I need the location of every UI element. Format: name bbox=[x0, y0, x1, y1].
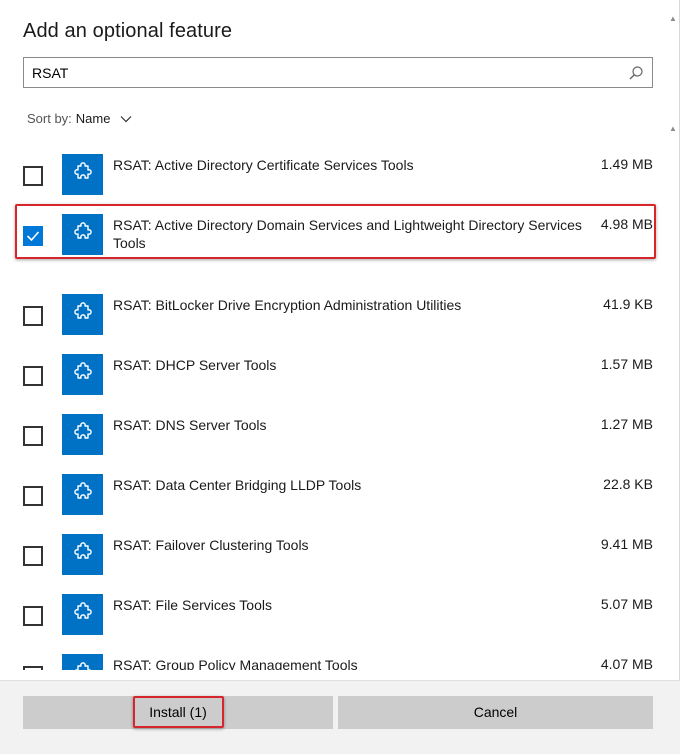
puzzle-piece-icon bbox=[62, 294, 103, 335]
search-icon[interactable] bbox=[628, 65, 644, 81]
feature-size: 1.57 MB bbox=[600, 356, 653, 372]
feature-size: 41.9 KB bbox=[603, 296, 653, 312]
scroll-up-icon[interactable]: ▲ bbox=[668, 14, 678, 23]
puzzle-piece-icon bbox=[62, 414, 103, 455]
puzzle-piece-icon bbox=[62, 354, 103, 395]
feature-row[interactable]: RSAT: DNS Server Tools 1.27 MB bbox=[0, 400, 668, 460]
feature-size: 1.27 MB bbox=[600, 416, 653, 432]
feature-name: RSAT: File Services Tools bbox=[113, 597, 272, 613]
feature-row[interactable]: RSAT: DHCP Server Tools 1.57 MB bbox=[0, 340, 668, 400]
feature-row[interactable]: RSAT: Active Directory Certificate Servi… bbox=[0, 140, 668, 200]
feature-name: RSAT: Data Center Bridging LLDP Tools bbox=[113, 477, 362, 493]
sort-value[interactable]: Name bbox=[76, 111, 111, 126]
chevron-down-icon[interactable] bbox=[120, 113, 132, 125]
feature-row[interactable]: RSAT: Failover Clustering Tools 9.41 MB bbox=[0, 520, 668, 580]
feature-name: RSAT: DHCP Server Tools bbox=[113, 357, 277, 373]
sort-dropdown[interactable]: Sort by: Name bbox=[27, 111, 132, 126]
feature-list: RSAT: Active Directory Certificate Servi… bbox=[0, 140, 668, 670]
checkmark-icon bbox=[26, 231, 40, 242]
feature-row[interactable]: RSAT: BitLocker Drive Encryption Adminis… bbox=[0, 280, 668, 340]
feature-name: RSAT: Active Directory Domain Services a… bbox=[113, 217, 582, 251]
add-optional-feature-dialog: Add an optional feature Sort by: Name ▲ … bbox=[0, 0, 680, 754]
feature-checkbox[interactable] bbox=[23, 226, 43, 246]
feature-name: RSAT: BitLocker Drive Encryption Adminis… bbox=[113, 297, 462, 313]
puzzle-piece-icon bbox=[62, 474, 103, 515]
feature-checkbox[interactable] bbox=[23, 546, 43, 566]
scroll-down-icon[interactable]: ▲ bbox=[668, 124, 678, 133]
install-button[interactable]: Install (1) bbox=[23, 696, 333, 729]
feature-checkbox[interactable] bbox=[23, 426, 43, 446]
feature-row[interactable]: RSAT: File Services Tools 5.07 MB bbox=[0, 580, 668, 640]
sort-label: Sort by: bbox=[27, 111, 72, 126]
feature-size: 5.07 MB bbox=[600, 596, 653, 612]
search-box[interactable] bbox=[23, 57, 653, 88]
feature-size: 4.98 MB bbox=[600, 216, 653, 232]
feature-checkbox[interactable] bbox=[23, 606, 43, 626]
puzzle-piece-icon bbox=[62, 594, 103, 635]
feature-checkbox[interactable] bbox=[23, 486, 43, 506]
feature-row[interactable]: RSAT: Active Directory Domain Services a… bbox=[0, 200, 668, 260]
feature-name: RSAT: Group Policy Management Tools bbox=[113, 657, 358, 670]
puzzle-piece-icon bbox=[62, 214, 103, 255]
feature-name: RSAT: DNS Server Tools bbox=[113, 417, 267, 433]
feature-checkbox[interactable] bbox=[23, 166, 43, 186]
puzzle-piece-icon bbox=[62, 154, 103, 195]
search-input[interactable] bbox=[32, 63, 622, 83]
feature-name: RSAT: Active Directory Certificate Servi… bbox=[113, 157, 414, 173]
puzzle-piece-icon bbox=[62, 534, 103, 575]
feature-size: 9.41 MB bbox=[600, 536, 653, 552]
feature-row[interactable]: RSAT: Group Policy Management Tools 4.07 … bbox=[0, 640, 668, 670]
feature-checkbox[interactable] bbox=[23, 666, 43, 670]
cancel-button[interactable]: Cancel bbox=[338, 696, 653, 729]
dialog-title: Add an optional feature bbox=[23, 20, 233, 42]
puzzle-piece-icon bbox=[62, 654, 103, 670]
scrollbar[interactable]: ▲ ▲ bbox=[667, 0, 679, 680]
feature-size: 4.07 MB bbox=[600, 656, 653, 670]
feature-name: RSAT: Failover Clustering Tools bbox=[113, 537, 309, 553]
feature-checkbox[interactable] bbox=[23, 306, 43, 326]
feature-size: 1.49 MB bbox=[600, 156, 653, 172]
feature-row[interactable]: RSAT: Data Center Bridging LLDP Tools 22.… bbox=[0, 460, 668, 520]
feature-size: 22.8 KB bbox=[603, 476, 653, 492]
feature-checkbox[interactable] bbox=[23, 366, 43, 386]
